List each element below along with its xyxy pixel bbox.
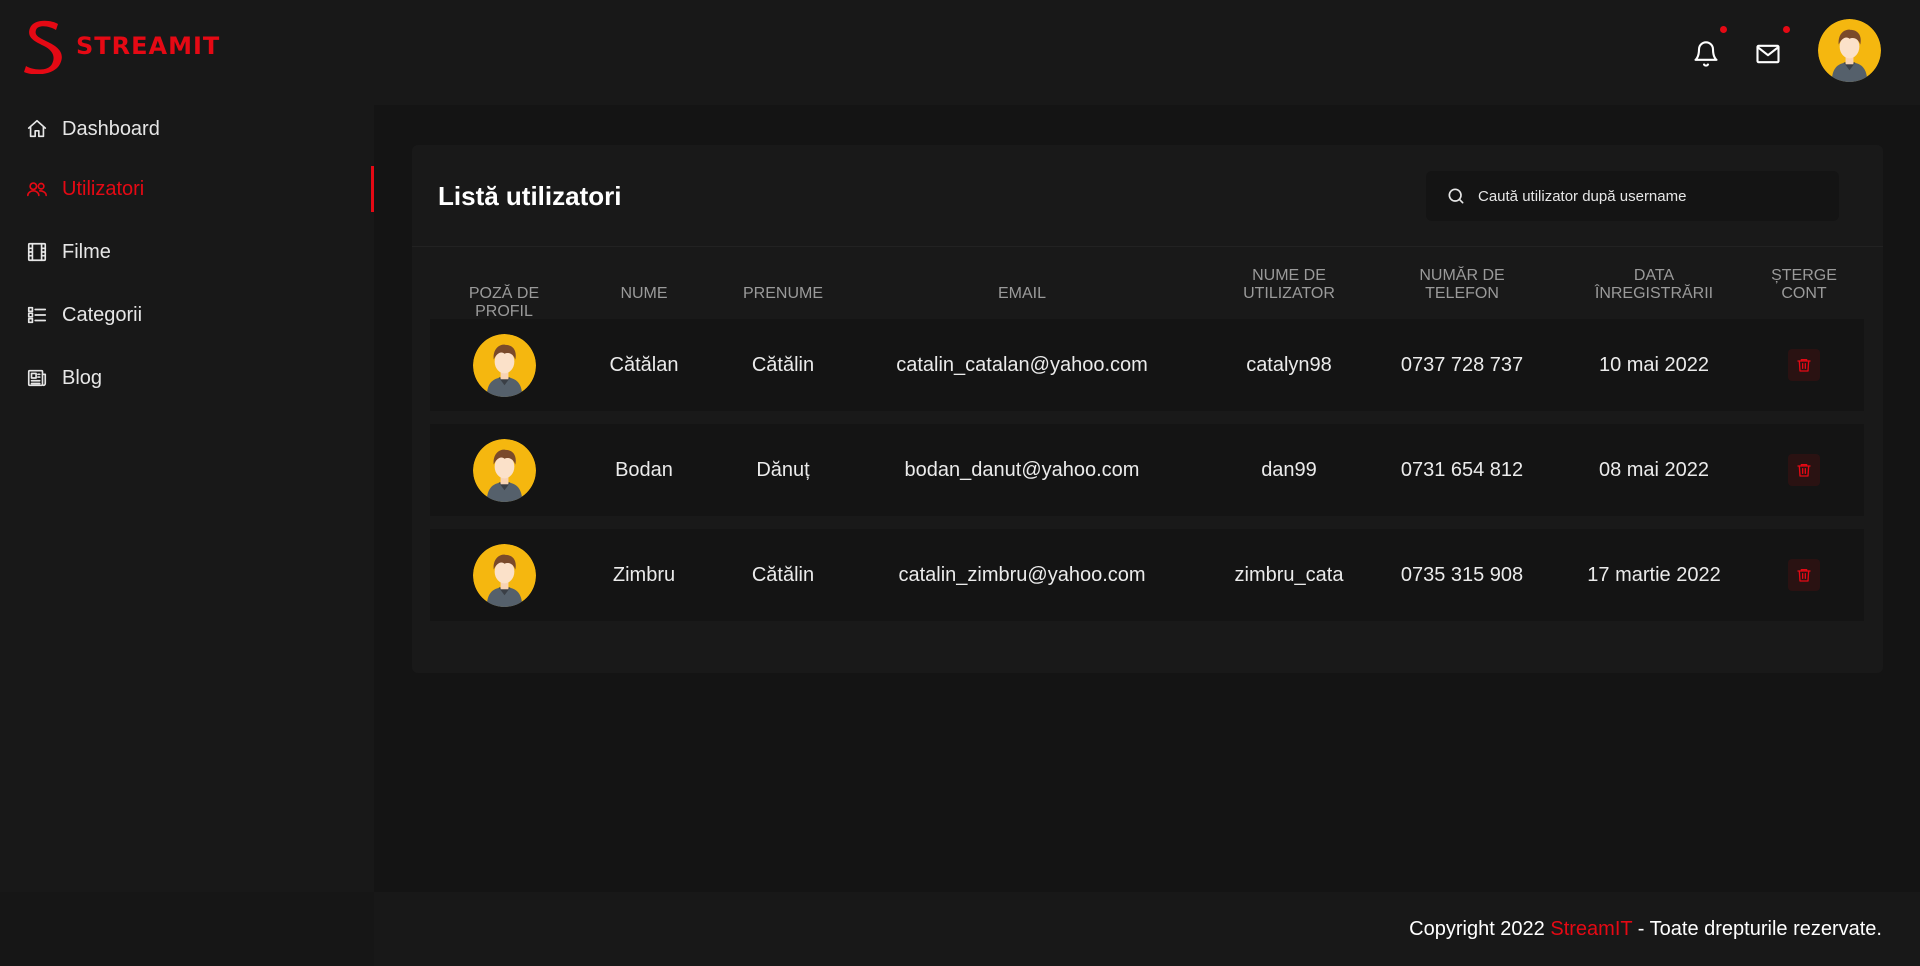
cell-email: catalin_catalan@yahoo.com (896, 353, 1148, 376)
cell-data: 10 mai 2022 (1598, 353, 1710, 376)
col-header-nume: NUME (620, 285, 668, 302)
col-header-data: DATA ÎNREGISTRĂRII (1594, 267, 1714, 302)
cell-username: zimbru_cata (1234, 563, 1344, 586)
delete-user-button[interactable] (1788, 559, 1820, 591)
sidebar-item-label: Blog (62, 366, 103, 389)
profile-picture-cell (444, 529, 564, 621)
trash-icon (1797, 464, 1811, 477)
footer: Copyright 2022 StreamIT - Toate drepturi… (374, 892, 1920, 966)
main-content: Listă utilizatori POZĂ DE PROFIL NUME PR… (374, 105, 1920, 892)
card-divider (412, 246, 1883, 247)
col-header-sterge: ȘTERGE CONT (1771, 267, 1837, 302)
streamit-logo-icon (24, 20, 62, 74)
avatar-illustration-icon (472, 543, 536, 607)
newspaper-icon (27, 369, 47, 387)
brand-name: STREAMIT (76, 32, 221, 60)
sidebar-item-label: Utilizatori (62, 177, 145, 200)
delete-cell (1754, 529, 1854, 621)
mail-icon[interactable] (1754, 40, 1782, 68)
cell-telefon: 0735 315 908 (1400, 563, 1524, 586)
trash-icon (1797, 569, 1811, 582)
footer-brand-link[interactable]: StreamIT (1550, 918, 1632, 940)
cell-email: bodan_danut@yahoo.com (904, 458, 1140, 481)
cell-data: 08 mai 2022 (1598, 458, 1710, 481)
profile-picture-cell (444, 424, 564, 516)
cell-username: catalyn98 (1246, 353, 1332, 376)
cell-data: 17 martie 2022 (1587, 563, 1721, 586)
cell-email: catalin_zimbru@yahoo.com (898, 563, 1146, 586)
sidebar-item-label: Dashboard (62, 117, 160, 140)
cell-nume: Cătălan (609, 353, 679, 376)
users-icon (27, 182, 47, 197)
col-header-prenume: PRENUME (742, 285, 823, 302)
message-dot (1783, 26, 1790, 33)
home-icon (27, 119, 47, 138)
col-header-username: NUME DE UTILIZATOR (1243, 267, 1335, 302)
search-input[interactable] (1478, 187, 1828, 205)
film-icon (27, 242, 47, 262)
users-card: Listă utilizatori POZĂ DE PROFIL NUME PR… (412, 145, 1883, 673)
notification-dot (1720, 26, 1727, 33)
trash-icon (1797, 359, 1811, 372)
delete-user-button[interactable] (1788, 454, 1820, 486)
sidebar-item-filme[interactable]: Filme (0, 229, 374, 275)
sidebar-item-label: Filme (62, 240, 111, 263)
sidebar-item-utilizatori[interactable]: Utilizatori (0, 166, 374, 212)
cell-prenume: Dănuț (756, 458, 810, 481)
col-header-telefon: NUMĂR DE TELEFON (1419, 267, 1505, 302)
col-header-poza: POZĂ DE PROFIL (468, 285, 540, 320)
avatar-illustration-icon (472, 438, 536, 502)
cell-prenume: Cătălin (751, 563, 815, 586)
delete-cell (1754, 424, 1854, 516)
sidebar-item-dashboard[interactable]: Dashboard (0, 106, 374, 152)
cell-nume: Bodan (615, 458, 673, 481)
cell-username: dan99 (1261, 458, 1317, 481)
row-avatar (472, 333, 536, 397)
sidebar-item-label: Categorii (62, 303, 143, 326)
cell-telefon: 0731 654 812 (1400, 458, 1524, 481)
col-header-email: EMAIL (997, 285, 1046, 302)
copyright-text: Copyright 2022 StreamIT - Toate drepturi… (1409, 918, 1882, 941)
table-row: Zimbru Cătălin catalin_zimbru@yahoo.com … (430, 529, 1864, 621)
sidebar-footer (0, 892, 374, 966)
copyright-prefix: Copyright 2022 (1409, 918, 1551, 940)
table-row: Bodan Dănuț bodan_danut@yahoo.com dan99 … (430, 424, 1864, 516)
search-box[interactable] (1426, 171, 1839, 221)
row-avatar (472, 543, 536, 607)
sidebar-item-categorii[interactable]: Categorii (0, 292, 374, 338)
bell-icon[interactable] (1692, 40, 1720, 68)
delete-user-button[interactable] (1788, 349, 1820, 381)
user-avatar[interactable] (1818, 19, 1881, 82)
cell-telefon: 0737 728 737 (1400, 353, 1524, 376)
page-title: Listă utilizatori (438, 181, 622, 211)
list-icon (27, 306, 47, 324)
top-header: STREAMIT (0, 0, 1920, 105)
logo[interactable]: STREAMIT (22, 18, 220, 74)
copyright-suffix: - Toate drepturile rezervate. (1632, 918, 1882, 940)
delete-cell (1754, 319, 1854, 411)
cell-prenume: Cătălin (751, 353, 815, 376)
search-icon (1448, 188, 1464, 204)
avatar-illustration-icon (1818, 19, 1881, 82)
table-row: Cătălan Cătălin catalin_catalan@yahoo.co… (430, 319, 1864, 411)
profile-picture-cell (444, 319, 564, 411)
cell-nume: Zimbru (612, 563, 676, 586)
sidebar-item-blog[interactable]: Blog (0, 355, 374, 401)
row-avatar (472, 438, 536, 502)
sidebar: Dashboard Utilizatori Filme Categorii Bl… (0, 105, 374, 892)
avatar-illustration-icon (472, 333, 536, 397)
